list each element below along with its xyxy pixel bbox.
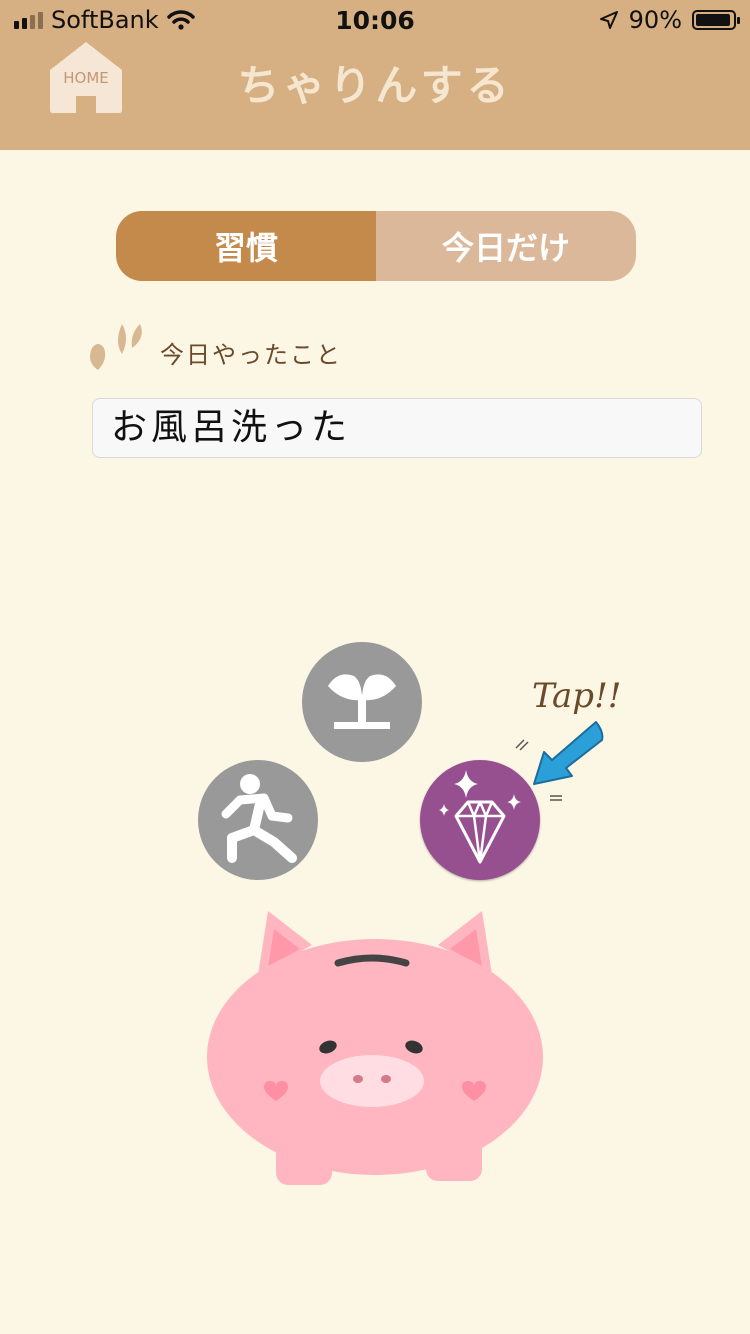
status-bar: SoftBank 10:06 90% — [0, 0, 750, 40]
tap-hint: Tap!! — [532, 676, 622, 716]
sprout-icon — [328, 674, 396, 729]
running-coin-button[interactable] — [198, 760, 318, 880]
location-arrow-icon — [599, 11, 618, 29]
running-icon — [221, 774, 297, 863]
status-right: 90% — [599, 6, 740, 34]
pointer-arrow-icon — [515, 721, 604, 801]
mode-segment: 習慣 今日だけ — [116, 211, 636, 281]
sprout-coin-button[interactable] — [302, 642, 422, 762]
battery-percent: 90% — [628, 6, 682, 34]
app-header: SoftBank 10:06 90% HOME ちゃりんする — [0, 0, 750, 150]
app-title: ちゃりんする — [237, 61, 513, 110]
leaf-decoration-icon — [90, 324, 142, 370]
battery-icon — [692, 10, 740, 30]
tab-habit[interactable]: 習慣 — [116, 211, 376, 281]
activity-input[interactable]: お風呂洗った — [92, 398, 702, 458]
section-label: 今日やったこと — [160, 341, 342, 369]
piggy-bank-illustration — [207, 911, 543, 1185]
tab-today-only[interactable]: 今日だけ — [376, 211, 636, 281]
